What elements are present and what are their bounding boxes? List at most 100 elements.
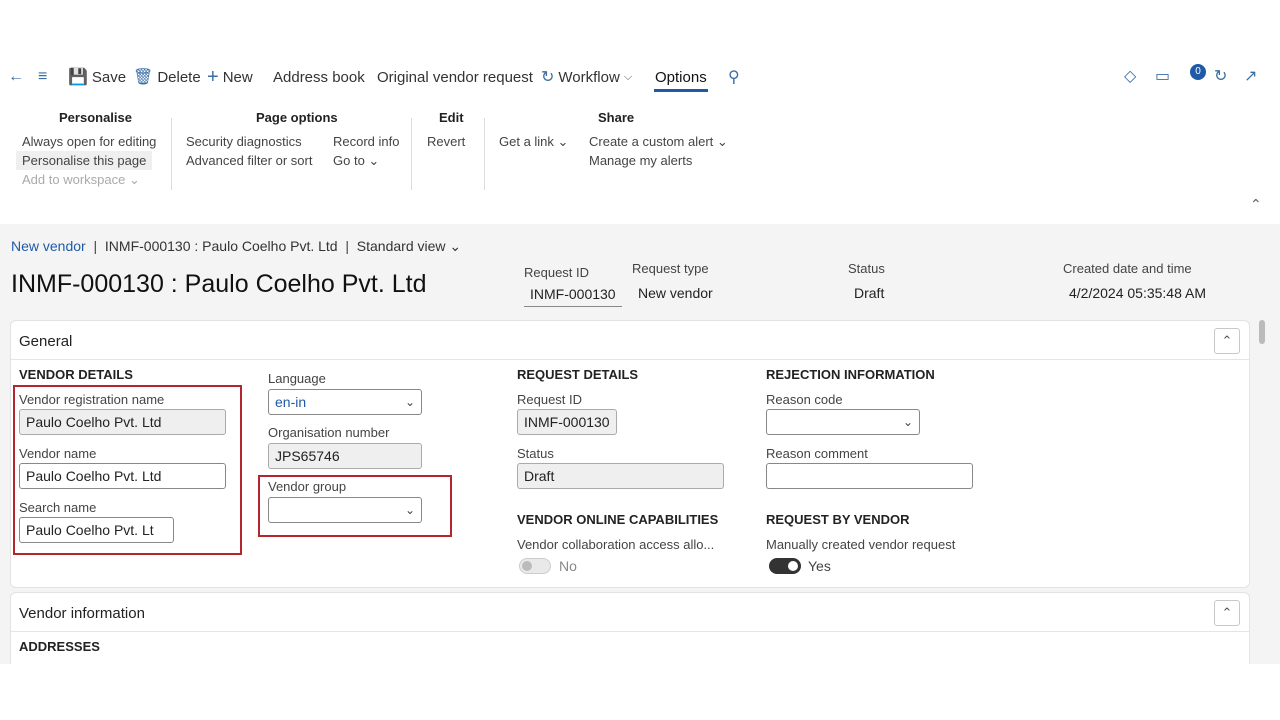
- vendor-information-card: Vendor information ⌃ ADDRESSES: [10, 592, 1250, 664]
- status-field[interactable]: Draft: [517, 463, 724, 489]
- get-a-link-label: Get a link: [499, 134, 554, 149]
- address-book-button[interactable]: Address book: [273, 66, 365, 88]
- vendor-collaboration-toggle[interactable]: [519, 558, 551, 574]
- group-title-personalise: Personalise: [59, 110, 132, 125]
- language-select[interactable]: en-in ⌄: [268, 389, 422, 415]
- search-name-label: Search name: [19, 500, 97, 515]
- request-details-title: REQUEST DETAILS: [517, 367, 639, 382]
- save-icon: 💾: [68, 69, 88, 86]
- back-icon[interactable]: ←: [8, 66, 24, 88]
- vendor-collaboration-access-label: Vendor collaboration access allo...: [517, 537, 715, 552]
- plus-icon: +: [207, 65, 219, 88]
- language-label: Language: [268, 371, 326, 386]
- general-card: General ⌃ VENDOR DETAILS Vendor registra…: [10, 320, 1250, 588]
- vendor-collaboration-value: No: [559, 558, 577, 574]
- popout-icon[interactable]: ↗: [1244, 66, 1257, 86]
- get-a-link-menu[interactable]: Get a link ⌄: [499, 134, 568, 150]
- chevron-down-icon: ⌄: [716, 134, 728, 149]
- vendor-group-label: Vendor group: [268, 479, 347, 494]
- create-custom-alert-menu[interactable]: Create a custom alert ⌄: [589, 134, 728, 150]
- request-by-vendor-title: REQUEST BY VENDOR: [766, 512, 910, 527]
- reason-comment-field[interactable]: [766, 463, 973, 489]
- reason-code-label: Reason code: [766, 392, 843, 407]
- general-card-title[interactable]: General: [19, 333, 72, 350]
- save-label: Save: [91, 68, 127, 86]
- breadcrumb-root-link[interactable]: New vendor: [11, 238, 86, 254]
- diamond-icon[interactable]: ◇: [1124, 66, 1136, 86]
- tab-selected-indicator: [654, 89, 708, 92]
- new-label: New: [222, 68, 253, 86]
- status-label: Status: [517, 446, 554, 461]
- notification-badge[interactable]: 0: [1190, 64, 1206, 80]
- new-button[interactable]: + New: [207, 66, 253, 88]
- organisation-number-field[interactable]: JPS65746: [268, 443, 422, 469]
- header-request-id: INMF-000130: [524, 282, 622, 307]
- always-open-for-editing[interactable]: Always open for editing: [22, 134, 156, 149]
- chevron-down-icon: ⌄: [449, 238, 462, 254]
- search-name-field[interactable]: Paulo Coelho Pvt. Lt: [19, 517, 174, 543]
- general-collapse-button[interactable]: ⌃: [1214, 328, 1240, 354]
- add-to-workspace: Add to workspace ⌄: [22, 172, 140, 187]
- vendor-group-select[interactable]: ⌄: [268, 497, 422, 523]
- manually-created-toggle[interactable]: [769, 558, 801, 574]
- workflow-button[interactable]: ↻ Workflow ⌵: [541, 66, 632, 88]
- request-id-field[interactable]: INMF-000130: [517, 409, 617, 435]
- reason-code-select[interactable]: ⌄: [766, 409, 920, 435]
- manually-created-label: Manually created vendor request: [766, 537, 956, 552]
- manage-my-alerts[interactable]: Manage my alerts: [589, 153, 692, 168]
- office-icon[interactable]: ▭: [1155, 66, 1170, 86]
- personalise-this-page[interactable]: Personalise this page: [16, 151, 153, 170]
- revert-button[interactable]: Revert: [427, 134, 465, 149]
- refresh-icon[interactable]: ↻: [1214, 66, 1227, 86]
- security-diagnostics[interactable]: Security diagnostics: [186, 134, 302, 149]
- request-id-label: Request ID: [517, 392, 583, 407]
- vendor-name-label: Vendor name: [19, 446, 97, 461]
- vendor-online-capabilities-title: VENDOR ONLINE CAPABILITIES: [517, 512, 719, 527]
- divider: [11, 359, 1249, 360]
- group-title-page-options: Page options: [256, 110, 338, 125]
- header-status: Draft: [854, 285, 885, 301]
- addresses-title: ADDRESSES: [19, 639, 100, 654]
- vendor-details-title: VENDOR DETAILS: [19, 367, 133, 382]
- language-value: en-in: [275, 394, 307, 410]
- original-vendor-request-button[interactable]: Original vendor request: [377, 66, 533, 88]
- search-icon[interactable]: ⚲: [728, 66, 740, 88]
- vendor-information-collapse-button[interactable]: ⌃: [1214, 600, 1240, 626]
- tab-options[interactable]: Options: [655, 66, 707, 88]
- view-selector[interactable]: Standard view ⌄: [357, 238, 461, 254]
- divider: [11, 631, 1249, 632]
- reason-comment-label: Reason comment: [766, 446, 868, 461]
- header-request-id-label: Request ID: [524, 265, 590, 280]
- menu-icon[interactable]: ≡: [38, 66, 47, 88]
- go-to-menu[interactable]: Go to ⌄: [333, 153, 379, 169]
- app-window: ← ≡ 💾 Save 🗑 Delete + New Address book O…: [0, 56, 1280, 664]
- delete-label: Delete: [157, 68, 201, 86]
- divider: [484, 118, 485, 190]
- chevron-down-icon: ⌄: [368, 153, 380, 168]
- page-title: INMF-000130 : Paulo Coelho Pvt. Ltd: [11, 270, 427, 298]
- chevron-down-icon: ⌄: [902, 415, 913, 429]
- chevron-down-icon: ⌵: [623, 70, 633, 83]
- delete-button[interactable]: 🗑 Delete: [133, 66, 201, 88]
- view-selector-label: Standard view: [356, 238, 446, 254]
- organisation-number-label: Organisation number: [268, 425, 390, 440]
- group-title-edit: Edit: [439, 110, 464, 125]
- go-to-label: Go to: [333, 153, 365, 168]
- top-margin: [0, 0, 1280, 56]
- workflow-label: Workflow: [558, 68, 620, 86]
- options-ribbon: Personalise Always open for editing Pers…: [0, 96, 1280, 224]
- collapse-ribbon-icon[interactable]: ⌃: [1250, 196, 1262, 213]
- breadcrumb: New vendor | INMF-000130 : Paulo Coelho …: [11, 238, 462, 254]
- vendor-name-field[interactable]: Paulo Coelho Pvt. Ltd: [19, 463, 226, 489]
- workflow-icon: ↻: [541, 69, 555, 86]
- chevron-up-icon: ⌃: [1221, 333, 1233, 348]
- advanced-filter-or-sort[interactable]: Advanced filter or sort: [186, 153, 312, 168]
- manually-created-value: Yes: [808, 558, 831, 574]
- chevron-down-icon: ⌄: [404, 503, 415, 517]
- vendor-registration-name-field[interactable]: Paulo Coelho Pvt. Ltd: [19, 409, 226, 435]
- save-button[interactable]: 💾 Save: [68, 66, 126, 88]
- header-created-label: Created date and time: [1063, 261, 1192, 276]
- record-info[interactable]: Record info: [333, 134, 399, 149]
- vendor-information-title[interactable]: Vendor information: [19, 605, 145, 622]
- scrollbar-thumb[interactable]: [1259, 320, 1265, 344]
